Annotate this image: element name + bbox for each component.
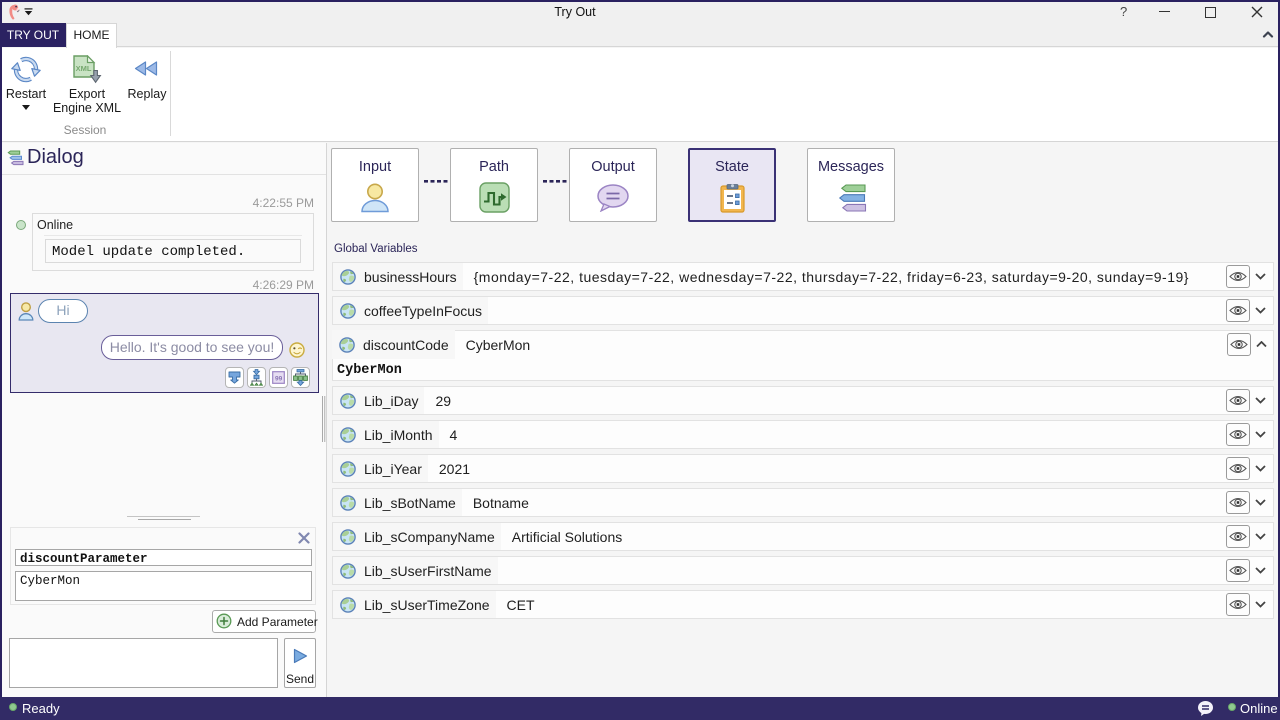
svg-text:XML: XML (76, 64, 92, 73)
svg-text:99: 99 (275, 375, 283, 382)
